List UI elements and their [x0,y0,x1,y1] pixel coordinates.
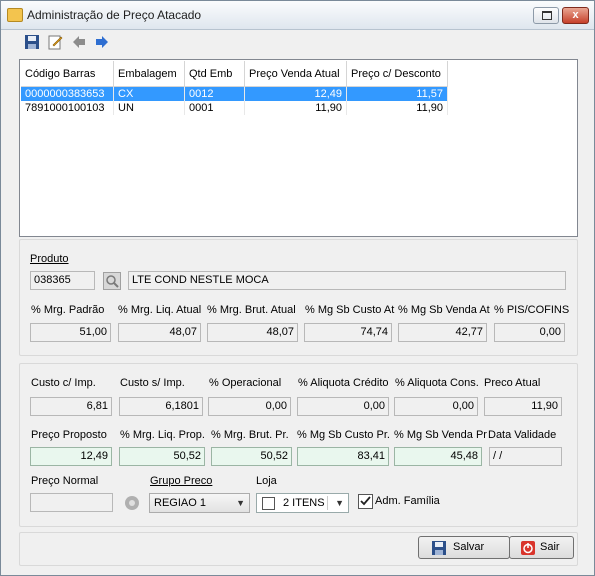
table-cell[interactable]: CX [113,86,185,101]
table-cell[interactable]: 12,49 [244,86,347,101]
power-icon [521,541,535,555]
preco-proposto-field[interactable]: 12,49 [30,447,112,466]
table-cell[interactable]: 0012 [184,86,245,101]
maximize-button[interactable] [533,7,559,24]
window-title: Administração de Preço Atacado [27,8,202,22]
field-label: Preco Atual [484,377,541,389]
table-cell[interactable]: 11,57 [346,86,448,101]
table-cell[interactable]: 11,90 [346,101,448,115]
table-cell[interactable]: UN [113,101,185,115]
field-label: % Mrg. Liq. Atual [118,304,202,316]
field-label: % Mg Sb Custo Pr. [297,429,390,441]
field-label: % Mrg. Brut. Atual [207,304,296,316]
table-cell[interactable]: 0000000383653 [21,86,114,101]
mrg-brut-atual-field[interactable]: 48,07 [207,323,298,342]
field-label: % Mg Sb Custo At [305,304,395,316]
save-button[interactable]: Salvar [418,536,510,559]
folder-icon [7,8,23,22]
field-label: % Aliquota Cons. [395,377,479,389]
field-label: Custo s/ Imp. [120,377,185,389]
table-row[interactable]: 0000000383653 CX 0012 12,49 11,57 [21,86,448,101]
column-header[interactable]: Embalagem [113,61,185,87]
grupo-preco-label: Grupo Preco [150,475,213,487]
custo-s-imp-field[interactable]: 6,1801 [119,397,203,416]
field-label: Preço Proposto [31,429,107,441]
mg-sb-venda-pr-field[interactable]: 45,48 [394,447,482,466]
separator [327,496,328,510]
save-icon[interactable] [24,34,40,50]
arrow-left-icon[interactable] [71,34,87,50]
mrg-liq-prop-field[interactable]: 50,52 [119,447,205,466]
save-icon [432,541,446,555]
grupo-preco-select[interactable]: REGIAO 1 ▼ [149,493,250,513]
exit-button[interactable]: Sair [509,536,574,559]
field-label: % PIS/COFINS [494,304,570,316]
column-header[interactable]: Preço c/ Desconto [346,61,448,87]
save-button-label: Salvar [453,541,485,553]
exit-button-label: Sair [540,541,560,553]
aliquota-cons-field[interactable]: 0,00 [394,397,478,416]
mrg-padrao-field[interactable]: 51,00 [30,323,111,342]
search-icon[interactable] [103,272,121,290]
arrow-right-icon[interactable] [94,34,110,50]
close-button[interactable]: x [562,7,589,24]
data-validade-field[interactable]: / / [489,447,562,466]
preco-normal-field[interactable] [30,493,113,512]
loja-select[interactable]: 2 ITENS ▼ [256,493,349,513]
grupo-preco-value: REGIAO 1 [154,497,206,509]
field-label: % Mg Sb Venda At [398,304,490,316]
checkmark-icon [360,496,371,506]
field-label: % Mg Sb Venda Pr [394,429,487,441]
field-label: % Aliquota Crédito [298,377,389,389]
column-header[interactable]: Preço Venda Atual [244,61,347,87]
table-cell[interactable]: 0001 [184,101,245,115]
field-label: Custo c/ Imp. [31,377,96,389]
title-bar: Administração de Preço Atacado x [1,1,594,30]
mg-sb-venda-at-field[interactable]: 42,77 [398,323,487,342]
edit-icon[interactable] [47,34,63,50]
field-label: % Mrg. Padrão [31,304,105,316]
column-header[interactable]: Código Barras [21,61,114,87]
produto-label: Produto [30,253,69,265]
field-label: % Operacional [209,377,282,389]
field-label: Data Validade [488,429,557,441]
mg-sb-custo-at-field[interactable]: 74,74 [304,323,392,342]
produto-code-field[interactable]: 038365 [30,271,95,290]
gear-icon[interactable] [122,494,142,512]
loja-value: 2 ITENS [283,497,325,509]
loja-label: Loja [256,475,277,487]
field-label: % Mrg. Liq. Prop. [120,429,205,441]
table-cell[interactable]: 7891000100103 [21,101,114,115]
custo-c-imp-field[interactable]: 6,81 [30,397,112,416]
mrg-liq-atual-field[interactable]: 48,07 [118,323,201,342]
mg-sb-custo-pr-field[interactable]: 83,41 [297,447,389,466]
table-cell[interactable]: 11,90 [244,101,347,115]
main-window: Administração de Preço Atacado x Código … [0,0,595,576]
close-icon: x [572,9,579,21]
adm-familia-label: Adm. Família [375,495,440,507]
produto-description-field[interactable]: LTE COND NESTLE MOCA [128,271,566,290]
adm-familia-checkbox[interactable] [358,494,373,509]
aliquota-credito-field[interactable]: 0,00 [297,397,389,416]
barcode-grid[interactable]: Código Barras Embalagem Qtd Emb Preço Ve… [19,59,578,237]
table-row[interactable]: 7891000100103 UN 0001 11,90 11,90 [21,101,448,115]
chevron-down-icon: ▼ [335,498,344,508]
field-label: % Mrg. Brut. Pr. [211,429,289,441]
pis-cofins-field[interactable]: 0,00 [494,323,565,342]
mrg-brut-pr-field[interactable]: 50,52 [211,447,292,466]
preco-normal-label: Preço Normal [31,475,99,487]
loja-checkbox[interactable] [262,497,275,510]
grid-header: Código Barras Embalagem Qtd Emb Preço Ve… [21,61,448,87]
operacional-field[interactable]: 0,00 [208,397,291,416]
chevron-down-icon: ▼ [236,498,245,508]
preco-atual-field[interactable]: 11,90 [484,397,562,416]
column-header[interactable]: Qtd Emb [184,61,245,87]
